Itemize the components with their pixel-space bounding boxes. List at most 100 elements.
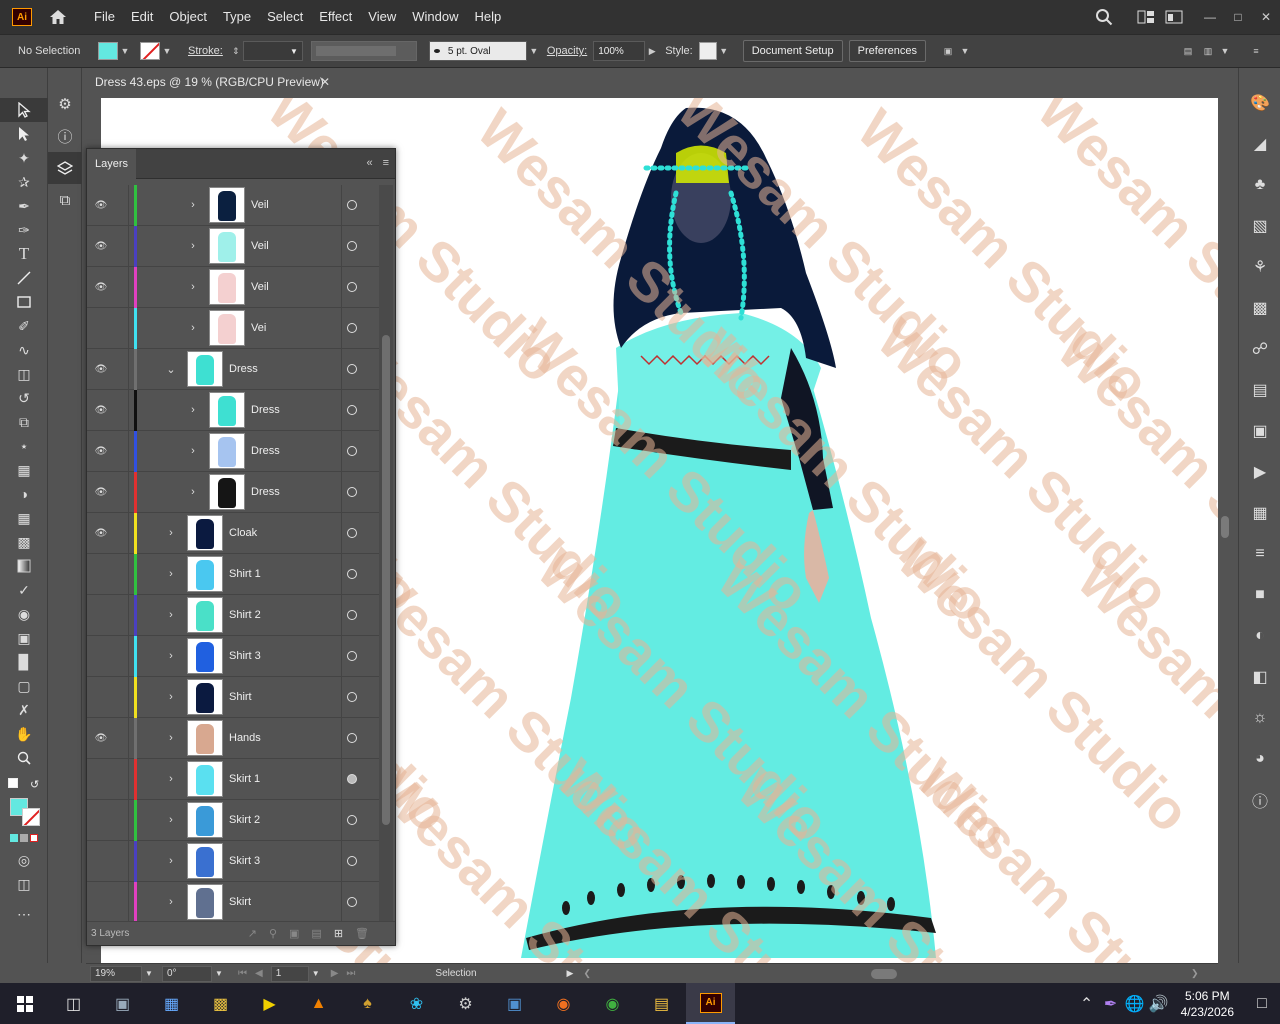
eye-icon[interactable]: 👁	[94, 485, 108, 499]
layer-row[interactable]: › Shirt 1	[87, 553, 379, 595]
layer-row[interactable]: › Shirt	[87, 676, 379, 718]
layer-name[interactable]: Veil	[251, 240, 269, 252]
line-tool-icon[interactable]	[0, 266, 48, 290]
lock-toggle[interactable]	[113, 758, 129, 800]
collect-export-icon[interactable]: ↗	[248, 927, 257, 940]
pen-tool-icon[interactable]: ✒	[0, 194, 48, 218]
task-view-icon[interactable]: ◫	[49, 983, 98, 1024]
pathfinder-icon[interactable]: ▣	[1239, 410, 1280, 451]
tray-expand-icon[interactable]: ⌃	[1075, 983, 1099, 1024]
menu-file[interactable]: File	[86, 0, 123, 34]
menu-type[interactable]: Type	[215, 0, 259, 34]
close-icon[interactable]: ✕	[1252, 5, 1280, 29]
chevron-right-icon[interactable]: ›	[165, 527, 177, 539]
layers-icon[interactable]	[48, 152, 82, 184]
gear-icon[interactable]: ⚙	[48, 88, 82, 120]
menu-window[interactable]: Window	[404, 0, 466, 34]
lock-toggle[interactable]	[113, 185, 129, 226]
layer-row[interactable]: › Skirt 1	[87, 758, 379, 800]
graphic-style-swatch[interactable]	[698, 42, 717, 60]
layer-name[interactable]: Skirt	[229, 896, 251, 908]
lock-toggle[interactable]	[113, 430, 129, 472]
target-icon[interactable]	[347, 569, 357, 579]
properties-icon[interactable]: ⓘ	[1239, 779, 1280, 820]
chevron-right-icon[interactable]: ›	[165, 773, 177, 785]
free-transform-tool-icon[interactable]: ▦	[0, 458, 48, 482]
eye-icon[interactable]: 👁	[94, 280, 108, 294]
chevron-right-icon[interactable]: ›	[165, 609, 177, 621]
layer-row[interactable]: 👁 › Hands	[87, 717, 379, 759]
visibility-toggle[interactable]	[94, 854, 108, 868]
file-explorer-app-icon[interactable]: ▤	[637, 983, 686, 1024]
type-tool-icon[interactable]: T	[0, 242, 48, 266]
first-artboard-icon[interactable]: ⏮	[238, 968, 247, 979]
rotate-view-field[interactable]: 0°	[162, 965, 212, 982]
lock-toggle[interactable]	[113, 799, 129, 841]
layer-row[interactable]: 👁 › Dress	[87, 389, 379, 431]
layer-name[interactable]: Cloak	[229, 527, 257, 539]
chevron-down-icon[interactable]: ▼	[958, 42, 972, 60]
brushes-icon[interactable]: ▧	[1239, 205, 1280, 246]
eye-icon[interactable]: 👁	[94, 731, 108, 745]
video-editor-app-icon[interactable]: ❀	[392, 983, 441, 1024]
target-icon[interactable]	[347, 282, 357, 292]
firefox-app-icon[interactable]: ◉	[539, 983, 588, 1024]
layer-name[interactable]: Veil	[251, 199, 269, 211]
chevron-down-icon[interactable]: ▼	[309, 969, 323, 978]
layer-row[interactable]: 👁 › Veil	[87, 225, 379, 267]
rectangle-tool-icon[interactable]	[0, 290, 48, 314]
none-mode-icon[interactable]	[30, 834, 38, 842]
target-icon[interactable]	[347, 405, 357, 415]
lock-toggle[interactable]	[113, 553, 129, 595]
layer-name[interactable]: Shirt 1	[229, 568, 261, 580]
target-icon[interactable]	[347, 692, 357, 702]
stroke-label[interactable]: Stroke:	[188, 45, 223, 57]
photo-viewer-app-icon[interactable]: ▣	[98, 983, 147, 1024]
last-artboard-icon[interactable]: ⏭	[346, 968, 355, 979]
arrange-documents-icon[interactable]	[1132, 5, 1160, 29]
menu-edit[interactable]: Edit	[123, 0, 161, 34]
lock-toggle[interactable]	[113, 635, 129, 677]
chevron-right-icon[interactable]: ›	[187, 404, 199, 416]
chevron-down-icon[interactable]: ⌄	[165, 363, 177, 376]
paintbrush-tool-icon[interactable]: ✐	[0, 314, 48, 338]
mesh-tool-icon[interactable]: ▩	[0, 530, 48, 554]
chevron-right-icon[interactable]: ›	[165, 855, 177, 867]
locate-object-icon[interactable]: ⚲	[269, 927, 277, 940]
visibility-toggle[interactable]	[94, 813, 108, 827]
pen-tray-icon[interactable]: ✒	[1099, 983, 1123, 1024]
export-icon[interactable]: ◧	[1239, 656, 1280, 697]
vlc-app-icon[interactable]: ▲	[294, 983, 343, 1024]
collapse-panel-icon[interactable]: «	[366, 157, 372, 169]
target-icon[interactable]	[347, 528, 357, 538]
layer-row[interactable]: 👁 › Veil	[87, 185, 379, 226]
layer-name[interactable]: Dress	[251, 486, 280, 498]
layer-row[interactable]: › Skirt 3	[87, 840, 379, 882]
eye-icon[interactable]: 👁	[94, 362, 108, 376]
game-app-icon[interactable]: ♠	[343, 983, 392, 1024]
minimize-icon[interactable]: —	[1196, 5, 1224, 29]
menu-view[interactable]: View	[360, 0, 404, 34]
arrange-icon[interactable]: ▣	[938, 42, 958, 60]
chevron-right-icon[interactable]: ›	[165, 896, 177, 908]
screen-mode-icon[interactable]: ◫	[0, 872, 48, 896]
target-icon[interactable]	[347, 487, 357, 497]
lock-toggle[interactable]	[113, 348, 129, 390]
shape-builder-tool-icon[interactable]: ◑	[0, 482, 48, 506]
layer-name[interactable]: Vei	[251, 322, 266, 334]
layer-name[interactable]: Veil	[251, 281, 269, 293]
studio-app-icon[interactable]: ▩	[196, 983, 245, 1024]
lock-toggle[interactable]	[113, 471, 129, 513]
chevron-right-icon[interactable]: ›	[187, 281, 199, 293]
image-trace-icon[interactable]: ☼	[1239, 697, 1280, 738]
illustrator-app-icon[interactable]: Ai	[686, 983, 735, 1024]
target-icon[interactable]	[347, 446, 357, 456]
stroke-icon[interactable]: ≡	[1239, 533, 1280, 574]
curvature-tool-icon[interactable]: ✑	[0, 218, 48, 242]
notifications-icon[interactable]: □	[1244, 983, 1280, 1024]
info-icon[interactable]: ⓘ	[48, 120, 82, 152]
visibility-toggle[interactable]	[94, 567, 108, 581]
eye-icon[interactable]: 👁	[94, 198, 108, 212]
zoom-field[interactable]: 19%	[90, 965, 142, 982]
gradient-tool-icon[interactable]	[0, 554, 48, 578]
